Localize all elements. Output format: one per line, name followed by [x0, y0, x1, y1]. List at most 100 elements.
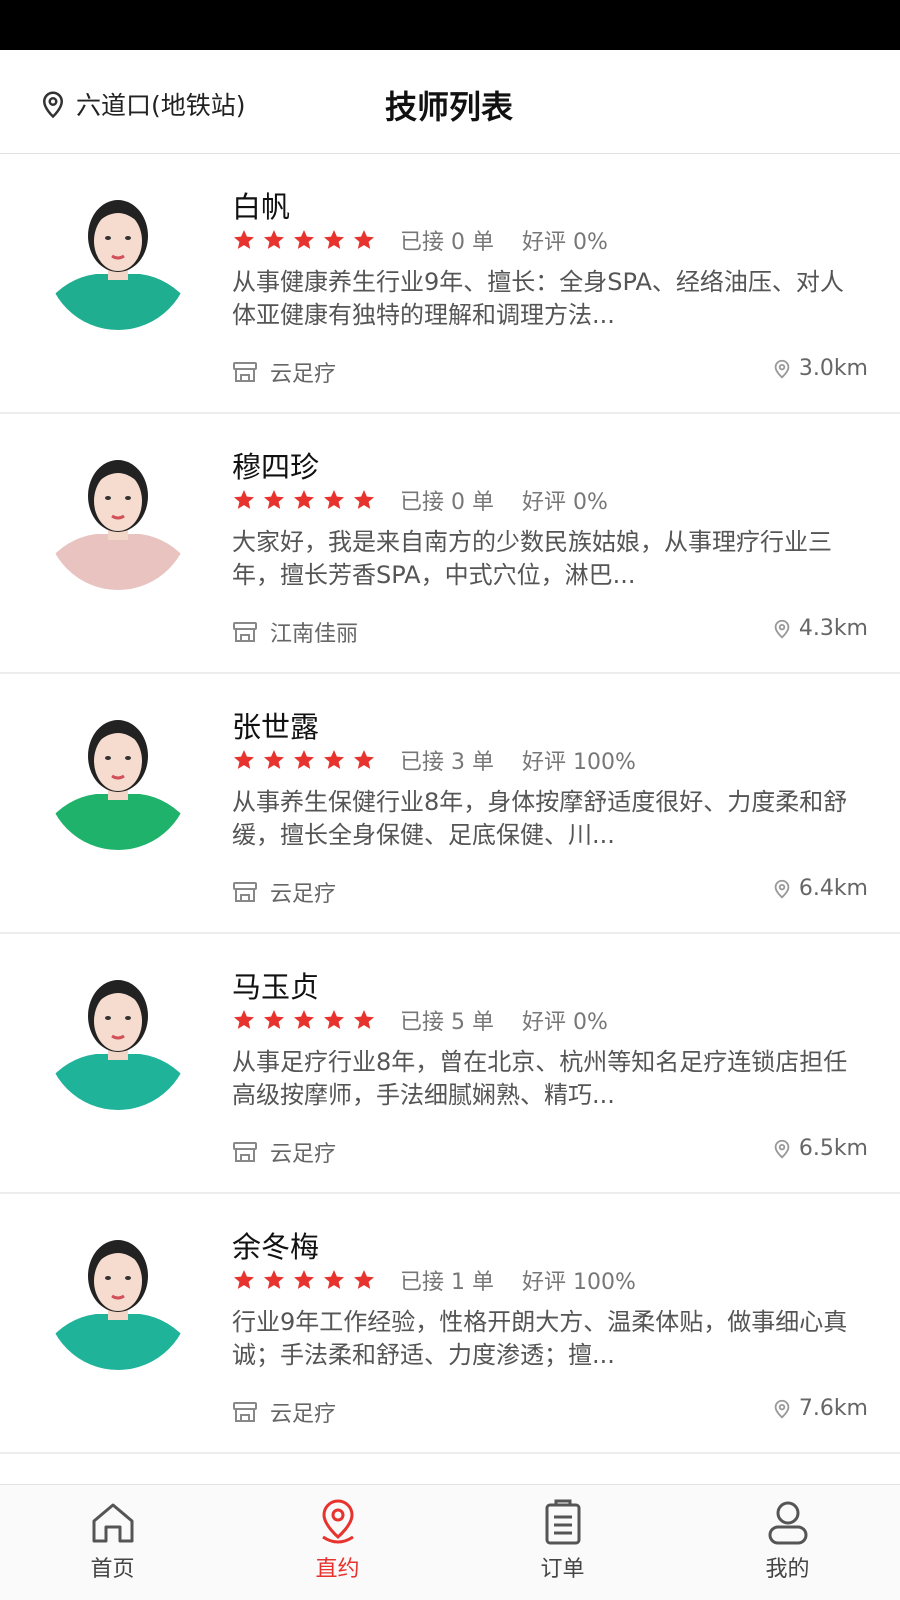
technician-avatar[interactable] — [46, 446, 190, 590]
location-marker-icon — [774, 1139, 790, 1158]
technician-avatar[interactable] — [46, 1226, 190, 1370]
technician-card[interactable]: 穆四珍 已接 0 单 好评 0% 大家好，我是来自南方的少数民族姑娘，从事理疗行… — [0, 414, 900, 674]
distance-info: 3.0km — [771, 356, 868, 381]
star-icon — [354, 750, 374, 769]
technician-meta: 已接 0 单 好评 0% — [232, 224, 608, 256]
technician-card[interactable]: 张世露 已接 3 单 好评 100% 从事养生保健行业8年，身体按摩舒适度很好、… — [0, 674, 900, 934]
distance-value: 6.4km — [798, 876, 868, 901]
shop-info: 云足疗 — [232, 1136, 336, 1168]
order-list-icon — [545, 1499, 580, 1545]
shop-name: 云足疗 — [270, 1402, 337, 1427]
technician-list: 白帆 已接 0 单 好评 0% 从事健康养生行业9年、擅长：全身SPA、经络油压… — [0, 154, 900, 1484]
shop-info: 云足疗 — [232, 1396, 336, 1428]
technician-card[interactable]: 马玉贞 已接 5 单 好评 0% 从事足疗行业8年，曾在北京、杭州等知名足疗连锁… — [0, 934, 900, 1194]
star-icon — [234, 490, 254, 509]
shop-name: 云足疗 — [270, 1142, 337, 1167]
technician-card[interactable]: 余冬梅 已接 1 单 好评 100% 行业9年工作经验，性格开朗大方、温柔体贴，… — [0, 1194, 900, 1454]
praise-rate: 好评 0% — [521, 1010, 608, 1035]
location-marker-icon — [774, 879, 790, 898]
distance-value: 6.5km — [798, 1136, 868, 1161]
technician-avatar[interactable] — [46, 706, 190, 850]
shop-name: 江南佳丽 — [270, 622, 359, 647]
shop-name: 云足疗 — [270, 362, 337, 387]
shop-icon — [233, 1402, 257, 1422]
star-icon — [264, 1270, 284, 1289]
technician-name: 余冬梅 — [232, 1230, 320, 1264]
bottom-tab-bar: 首页 直约 订单 我的 — [0, 1484, 900, 1600]
location-marker-icon — [774, 359, 790, 378]
shop-icon — [233, 882, 257, 902]
distance-value: 4.3km — [798, 616, 868, 641]
technician-name: 马玉贞 — [232, 970, 320, 1004]
star-icon — [264, 490, 284, 509]
star-icon — [294, 1270, 314, 1289]
distance-value: 3.0km — [798, 356, 868, 381]
order-count: 已接 1 单 — [400, 1270, 494, 1295]
star-icon — [234, 1270, 254, 1289]
technician-avatar[interactable] — [46, 186, 190, 330]
rating-stars — [232, 488, 376, 512]
tab-label: 首页 — [90, 1557, 135, 1582]
home-icon — [92, 1503, 133, 1543]
star-icon — [294, 230, 314, 249]
technician-meta: 已接 1 单 好评 100% — [232, 1264, 636, 1296]
location-marker-icon — [774, 619, 790, 638]
order-count: 已接 0 单 — [400, 230, 494, 255]
shop-icon — [233, 362, 257, 382]
distance-info: 4.3km — [771, 616, 868, 641]
praise-rate: 好评 100% — [521, 750, 636, 775]
star-icon — [324, 1270, 344, 1289]
star-icon — [324, 490, 344, 509]
star-icon — [294, 490, 314, 509]
tab-direct-booking[interactable]: 直约 — [225, 1485, 450, 1600]
technician-meta: 已接 3 单 好评 100% — [232, 744, 636, 776]
tab-orders[interactable]: 订单 — [450, 1485, 675, 1600]
page-title: 技师列表 — [384, 88, 513, 126]
header: 六道口(地铁站) 技师列表 — [0, 50, 900, 154]
star-icon — [294, 1010, 314, 1029]
shop-info: 云足疗 — [232, 356, 336, 388]
tab-label: 订单 — [540, 1557, 585, 1582]
star-icon — [294, 750, 314, 769]
order-count: 已接 0 单 — [400, 490, 494, 515]
distance-info: 6.4km — [771, 876, 868, 901]
distance-info: 6.5km — [771, 1136, 868, 1161]
technician-name: 穆四珍 — [232, 450, 320, 484]
praise-rate: 好评 0% — [521, 490, 608, 515]
location-pin-icon — [321, 1499, 354, 1544]
star-icon — [264, 1010, 284, 1029]
technician-avatar[interactable] — [46, 966, 190, 1110]
star-icon — [354, 230, 374, 249]
status-bar — [0, 0, 900, 50]
star-icon — [264, 750, 284, 769]
rating-stars — [232, 228, 376, 252]
tab-home[interactable]: 首页 — [0, 1485, 225, 1600]
rating-stars — [232, 748, 376, 772]
star-icon — [234, 230, 254, 249]
star-icon — [354, 490, 374, 509]
shop-icon — [233, 1142, 257, 1162]
order-count: 已接 3 单 — [400, 750, 494, 775]
location-marker-icon — [774, 1399, 790, 1418]
tab-label: 我的 — [765, 1557, 810, 1582]
star-icon — [324, 230, 344, 249]
star-icon — [324, 750, 344, 769]
star-icon — [234, 1010, 254, 1029]
shop-info: 江南佳丽 — [232, 616, 358, 648]
rating-stars — [232, 1268, 376, 1292]
tab-label: 直约 — [315, 1557, 360, 1582]
praise-rate: 好评 100% — [521, 1270, 636, 1295]
star-icon — [354, 1270, 374, 1289]
technician-name: 白帆 — [232, 190, 291, 224]
tab-profile[interactable]: 我的 — [675, 1485, 900, 1600]
technician-card[interactable]: 白帆 已接 0 单 好评 0% 从事健康养生行业9年、擅长：全身SPA、经络油压… — [0, 154, 900, 414]
star-icon — [324, 1010, 344, 1029]
order-count: 已接 5 单 — [400, 1010, 494, 1035]
distance-value: 7.6km — [798, 1396, 868, 1421]
user-icon — [768, 1501, 807, 1545]
technician-description: 从事足疗行业8年，曾在北京、杭州等知名足疗连锁店担任高级按摩师，手法细腻娴熟、精… — [232, 1048, 848, 1109]
rating-stars — [232, 1008, 376, 1032]
technician-description: 大家好，我是来自南方的少数民族姑娘，从事理疗行业三年，擅长芳香SPA，中式穴位，… — [232, 528, 832, 589]
technician-meta: 已接 0 单 好评 0% — [232, 484, 608, 516]
star-icon — [234, 750, 254, 769]
